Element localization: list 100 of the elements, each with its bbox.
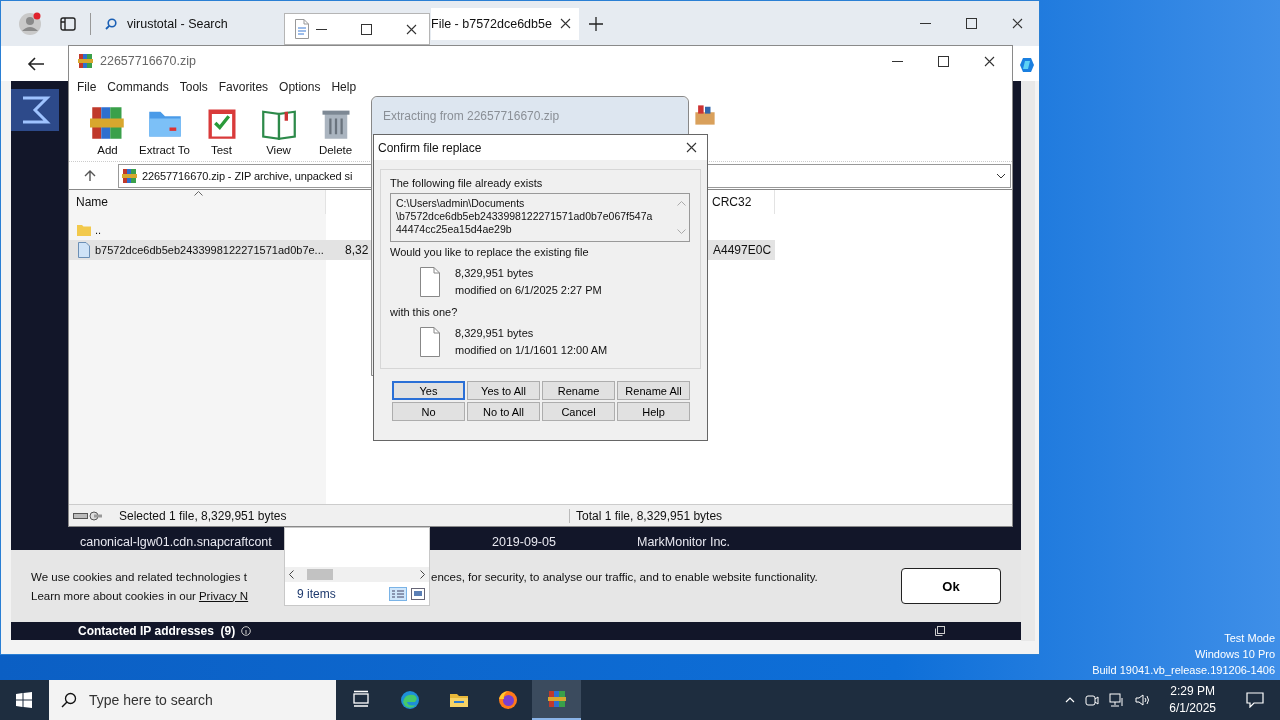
browser-tab[interactable]: virustotal - Search: [101, 7, 281, 40]
tab-actions-icon: [60, 15, 76, 32]
volume-icon[interactable]: [1135, 693, 1152, 707]
dialog-button[interactable]: No: [392, 402, 465, 421]
status-text: Total 1 file, 8,329,951 bytes: [575, 508, 723, 523]
dialog-button[interactable]: Help: [617, 402, 690, 421]
drive-icon: [73, 510, 103, 521]
windows-start-icon[interactable]: [16, 692, 32, 708]
file-size: 8,329,951 bytes: [455, 326, 535, 341]
maximize-icon[interactable]: [361, 23, 372, 35]
clock-date[interactable]: 6/1/2025: [1169, 700, 1216, 717]
profile-avatar-icon: [18, 11, 42, 36]
toolbar-button[interactable]: Extract To: [136, 105, 193, 156]
dialog-text: Would you like to replace the existing file: [390, 246, 590, 258]
table-cell-text: 2019-09-05: [492, 535, 557, 549]
network-icon[interactable]: [1109, 693, 1126, 707]
dialog-button[interactable]: Cancel: [542, 402, 615, 421]
file-list-cell[interactable]: ..: [95, 224, 102, 236]
dialog-button[interactable]: No to All: [467, 402, 540, 421]
system-notice-text: Build 19041.vb_release.191206-1406: [1092, 663, 1275, 678]
menu-item[interactable]: Options: [279, 80, 321, 94]
notifications-icon[interactable]: [1246, 692, 1264, 708]
toolbar-button[interactable]: Add: [79, 105, 136, 156]
ok-button[interactable]: Ok: [901, 568, 1001, 604]
file-date: modified on 6/1/2025 2:27 PM: [455, 283, 602, 298]
chevron-down-icon[interactable]: [996, 172, 1006, 179]
menu-item[interactable]: Help: [331, 80, 357, 94]
close-icon[interactable]: [686, 142, 697, 153]
cookie-text: Learn more about cookies in our: [31, 589, 196, 602]
table-cell: MarkMonitor Inc.: [637, 535, 731, 549]
dialog-button[interactable]: Yes: [392, 381, 465, 400]
large-icons-view-icon[interactable]: [411, 587, 425, 600]
toolbar-button[interactable]: Delete: [307, 105, 364, 156]
dialog-text: with this one?: [390, 306, 459, 318]
status-text: Selected 1 file, 8,329,951 bytes: [119, 508, 570, 523]
system-notice-text: Windows 10 Pro: [1193, 647, 1275, 662]
dialog-button[interactable]: Rename: [542, 381, 615, 400]
file-icon: [419, 266, 441, 298]
file-icon: [419, 326, 441, 358]
dialog-title: Confirm file replace: [378, 140, 482, 155]
toolbar-button[interactable]: View: [250, 105, 307, 156]
dialog-text: The following file already exists: [390, 177, 544, 189]
box-icon: [694, 104, 716, 126]
close-icon[interactable]: [559, 18, 571, 29]
file-icon: [77, 242, 91, 258]
dialog-button[interactable]: Rename All: [617, 381, 690, 400]
copilot-icon[interactable]: [1019, 56, 1035, 73]
taskbar-button[interactable]: [532, 680, 581, 720]
chevron-up-icon[interactable]: [1065, 697, 1076, 703]
toolbar-button[interactable]: Test: [193, 105, 250, 156]
maximize-icon[interactable]: [966, 18, 977, 29]
column-header[interactable]: Name: [76, 195, 108, 209]
clock-time[interactable]: 2:29 PM: [1169, 683, 1216, 700]
firefox-icon: [497, 690, 518, 710]
archive-icon: [546, 689, 567, 709]
system-notice-text: Test Mode: [1223, 631, 1275, 646]
back-icon[interactable]: [27, 55, 45, 72]
sort-icon: [194, 191, 203, 196]
search-icon: [61, 692, 77, 708]
edge-icon: [399, 690, 420, 710]
menu-item[interactable]: Favorites: [218, 80, 269, 94]
archive-icon: [122, 167, 138, 184]
site-logo-icon: [11, 89, 59, 131]
scrollbar-thumb[interactable]: [307, 569, 333, 580]
menu-item[interactable]: File: [77, 80, 97, 94]
meet-now-icon[interactable]: [1085, 693, 1100, 707]
scrollbar[interactable]: [285, 567, 429, 582]
dialog-button[interactable]: Yes to All: [467, 381, 540, 400]
file-date: modified on 1/1/1601 12:00 AM: [455, 343, 608, 358]
table-cell-text: canonical-lgw01.cdn.snapcraftcont: [80, 535, 273, 549]
privacy-link[interactable]: Privacy N: [198, 589, 249, 602]
books-icon: [89, 105, 126, 141]
status-text: 9 items: [297, 586, 336, 601]
file-size: 8,329,951 bytes: [455, 266, 535, 281]
browser-tab[interactable]: File - b7572dce6db5e: [431, 7, 579, 40]
details-view-icon[interactable]: [389, 586, 407, 601]
scroll-right-icon[interactable]: [420, 570, 425, 579]
column-header[interactable]: CRC32: [712, 195, 752, 209]
search-field[interactable]: Type here to search: [49, 680, 336, 720]
file-list-cell[interactable]: 8,32: [345, 243, 369, 257]
folder-icon: [77, 223, 91, 237]
close-icon[interactable]: [984, 55, 995, 67]
info-icon: [241, 626, 252, 636]
section-title: Contacted IP addresses (9): [78, 624, 236, 638]
cookie-text: ences, for security, to analyse our traffic, and to enable website functionality.: [431, 570, 818, 583]
dialog-title: Extracting from 22657716670.zip: [372, 97, 688, 135]
new-tab-icon[interactable]: [588, 16, 603, 31]
close-icon[interactable]: [1012, 18, 1023, 29]
menu-item[interactable]: Commands: [107, 80, 169, 94]
window-title: 22657716670.zip: [100, 54, 196, 68]
path-text: C:\Users\admin\Documents: [396, 197, 526, 210]
scrollbar[interactable]: [1021, 81, 1035, 641]
copy-icon: [935, 626, 945, 636]
task-view-icon: [350, 690, 371, 710]
menu-item[interactable]: Tools: [179, 80, 208, 94]
maximize-icon[interactable]: [938, 55, 949, 67]
scroll-left-icon[interactable]: [289, 570, 294, 579]
close-icon[interactable]: [406, 23, 417, 35]
path-text: 44474cc25ea15d4ae29b: [396, 223, 513, 236]
up-arrow-icon[interactable]: [84, 169, 96, 182]
